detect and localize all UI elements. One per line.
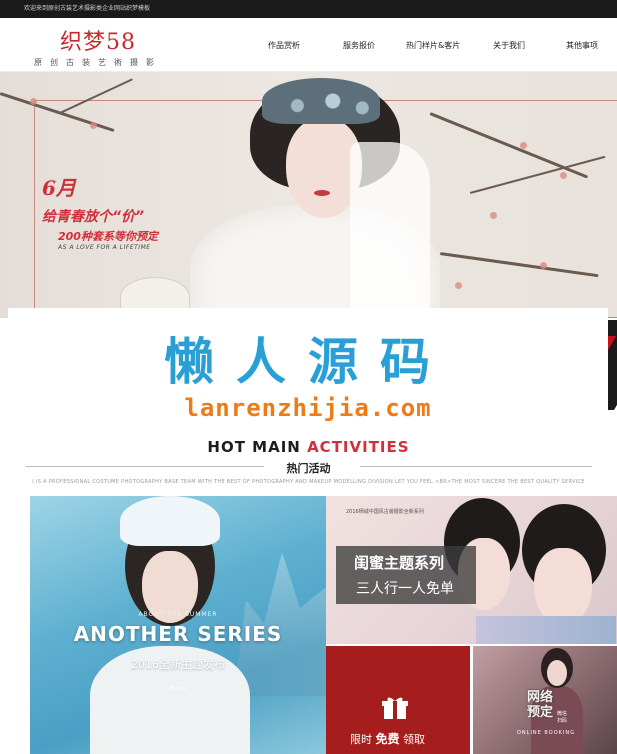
- feather-headpiece: [120, 496, 220, 546]
- logo-text: 织梦58: [60, 30, 136, 55]
- tile-a-title: ANOTHER SERIES: [73, 622, 283, 646]
- model-lips: [314, 190, 330, 196]
- tile-b-subtitle: 三人行一人免单: [356, 581, 454, 597]
- logo[interactable]: 织梦58 原创古装艺術摄影: [34, 22, 184, 68]
- tile-c-free: 免费: [375, 732, 400, 746]
- nav-item-works[interactable]: 作品赏析: [268, 40, 300, 51]
- tile-a-more-link[interactable]: More+: [30, 686, 326, 692]
- watermark-cn: 懒人源码: [164, 333, 452, 391]
- nav-item-about[interactable]: 关于我们: [493, 40, 525, 51]
- watermark-en: lanrenzhijia.com: [184, 394, 432, 422]
- tile-a-subtitle: 2016全新主题发布: [131, 658, 225, 671]
- model-face: [534, 548, 592, 626]
- logo-tagline: 原创古装艺術摄影: [34, 58, 162, 67]
- plum-blossom: [540, 262, 547, 269]
- model-veil: [350, 142, 430, 312]
- booking-stamp-small: 微信 扫码: [557, 711, 568, 724]
- tile-c-text: 限时 免费 领取: [350, 730, 425, 747]
- watermark-overlay: 懒人源码 lanrenzhijia.com: [8, 308, 608, 433]
- tile-a-kicker: ABOUT THE SUMMER: [138, 611, 218, 618]
- activity-tile-free-gift[interactable]: 限时 免费 领取: [326, 646, 470, 754]
- plum-blossom: [520, 142, 527, 149]
- banner-headline: 给青春放个“价”: [42, 209, 145, 225]
- booking-english: ONLINE BOOKING: [517, 730, 576, 736]
- section-title-en: HOT MAIN ACTIVITIES: [0, 438, 617, 456]
- section-title-en-red: ACTIVITIES: [307, 438, 410, 456]
- nav-item-pricing[interactable]: 服务报价: [343, 40, 375, 51]
- plum-blossom: [30, 98, 37, 105]
- nav-item-samples[interactable]: 热门样片&客片: [406, 40, 460, 51]
- plum-blossom: [455, 282, 462, 289]
- section-title-cn: 热门活动: [286, 462, 331, 475]
- tile-b-label-box: 闺蜜主题系列 三人行一人免单: [336, 546, 476, 604]
- nav-item-other[interactable]: 其他事项: [566, 40, 598, 51]
- tile-c-suffix: 领取: [399, 733, 426, 746]
- section-description: I IS A PROFESSIONAL COSTUME PHOTOGRAPHY …: [32, 479, 585, 485]
- welcome-text: 欢迎来到原创古装艺术摄影类企业网站织梦模板: [24, 5, 151, 12]
- banner-subline: 200种套系等你预定: [58, 230, 158, 243]
- booking-stamp: 网络 预定: [527, 690, 554, 720]
- site-header: 织梦58 原创古装艺術摄影 作品赏析 服务报价 热门样片&客片 关于我们 其他事…: [0, 18, 617, 72]
- banner-month: 6月: [42, 176, 76, 200]
- plum-blossom: [560, 172, 567, 179]
- costume-fabric: [476, 616, 616, 644]
- tile-b-caption: 2016栖城中国风古装摄影全新系列: [346, 509, 424, 515]
- section-title-en-dark: HOT MAIN: [207, 438, 308, 456]
- top-bar: 欢迎来到原创古装艺术摄影类企业网站织梦模板: [0, 0, 617, 18]
- tile-b-title: 闺蜜主题系列: [354, 554, 445, 572]
- model-face: [547, 660, 567, 686]
- gift-icon: [382, 697, 408, 719]
- plum-blossom: [90, 122, 97, 129]
- hero-banner[interactable]: 6月 给青春放个“价” 200种套系等你预定 AS A LOVE FOR A L…: [0, 72, 617, 318]
- banner-english: AS A LOVE FOR A LIFETIME: [58, 244, 151, 251]
- tile-c-prefix: 限时: [350, 733, 376, 746]
- plum-blossom: [490, 212, 497, 219]
- activity-tile-besties[interactable]: 2016栖城中国风古装摄影全新系列 闺蜜主题系列 三人行一人免单: [326, 496, 617, 644]
- model-headdress: [262, 78, 380, 124]
- activity-tile-online-booking[interactable]: 网络 预定 微信 扫码 ONLINE BOOKING: [473, 646, 617, 754]
- activity-tile-another-series[interactable]: ABOUT THE SUMMER ANOTHER SERIES 2016全新主题…: [30, 496, 326, 754]
